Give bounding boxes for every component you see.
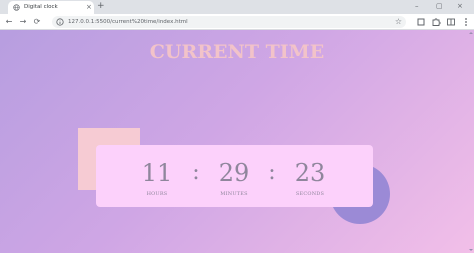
hours-label: HOURS (146, 191, 168, 197)
info-icon[interactable] (56, 18, 64, 26)
tab-bar: Digital clock × + – ▢ × (0, 0, 474, 14)
separator: : (268, 160, 276, 185)
globe-icon (13, 4, 20, 11)
forward-button[interactable]: → (18, 17, 28, 27)
new-tab-button[interactable]: + (97, 1, 105, 12)
extensions-puzzle-icon[interactable] (431, 17, 441, 27)
minimize-button[interactable]: – (415, 2, 419, 11)
close-window-button[interactable]: × (457, 2, 463, 11)
minutes-value: 29 (218, 159, 250, 187)
minutes-label: MINUTES (220, 191, 248, 197)
split-view-icon[interactable] (446, 17, 456, 27)
address-bar[interactable]: 127.0.0.1:5500/current%20time/index.html… (52, 16, 406, 28)
seconds-value: 23 (294, 159, 326, 187)
bookmark-star-icon[interactable]: ☆ (395, 16, 402, 28)
digital-clock: 11 : 29 : 23 HOURS MINUTES SECONDS (96, 145, 373, 207)
tab-digital-clock[interactable]: Digital clock × (8, 1, 94, 14)
back-button[interactable]: ← (4, 17, 14, 27)
page-content: CURRENT TIME 11 : 29 : 23 HOURS MINUTES … (0, 30, 474, 253)
tab-close-icon[interactable]: × (86, 2, 92, 12)
separator: : (192, 160, 200, 185)
menu-dots-icon[interactable] (461, 17, 471, 27)
extension-square-icon[interactable] (416, 17, 426, 27)
browser-toolbar: ← → ⟳ 127.0.0.1:5500/current%20time/inde… (0, 14, 474, 30)
reload-button[interactable]: ⟳ (32, 17, 42, 27)
url-text: 127.0.0.1:5500/current%20time/index.html (68, 19, 188, 25)
scrollbar[interactable] (468, 30, 474, 253)
maximize-button[interactable]: ▢ (436, 2, 443, 11)
seconds-label: SECONDS (295, 191, 325, 197)
page-title: CURRENT TIME (149, 41, 325, 63)
tab-title: Digital clock (24, 4, 58, 10)
hours-value: 11 (141, 159, 173, 187)
